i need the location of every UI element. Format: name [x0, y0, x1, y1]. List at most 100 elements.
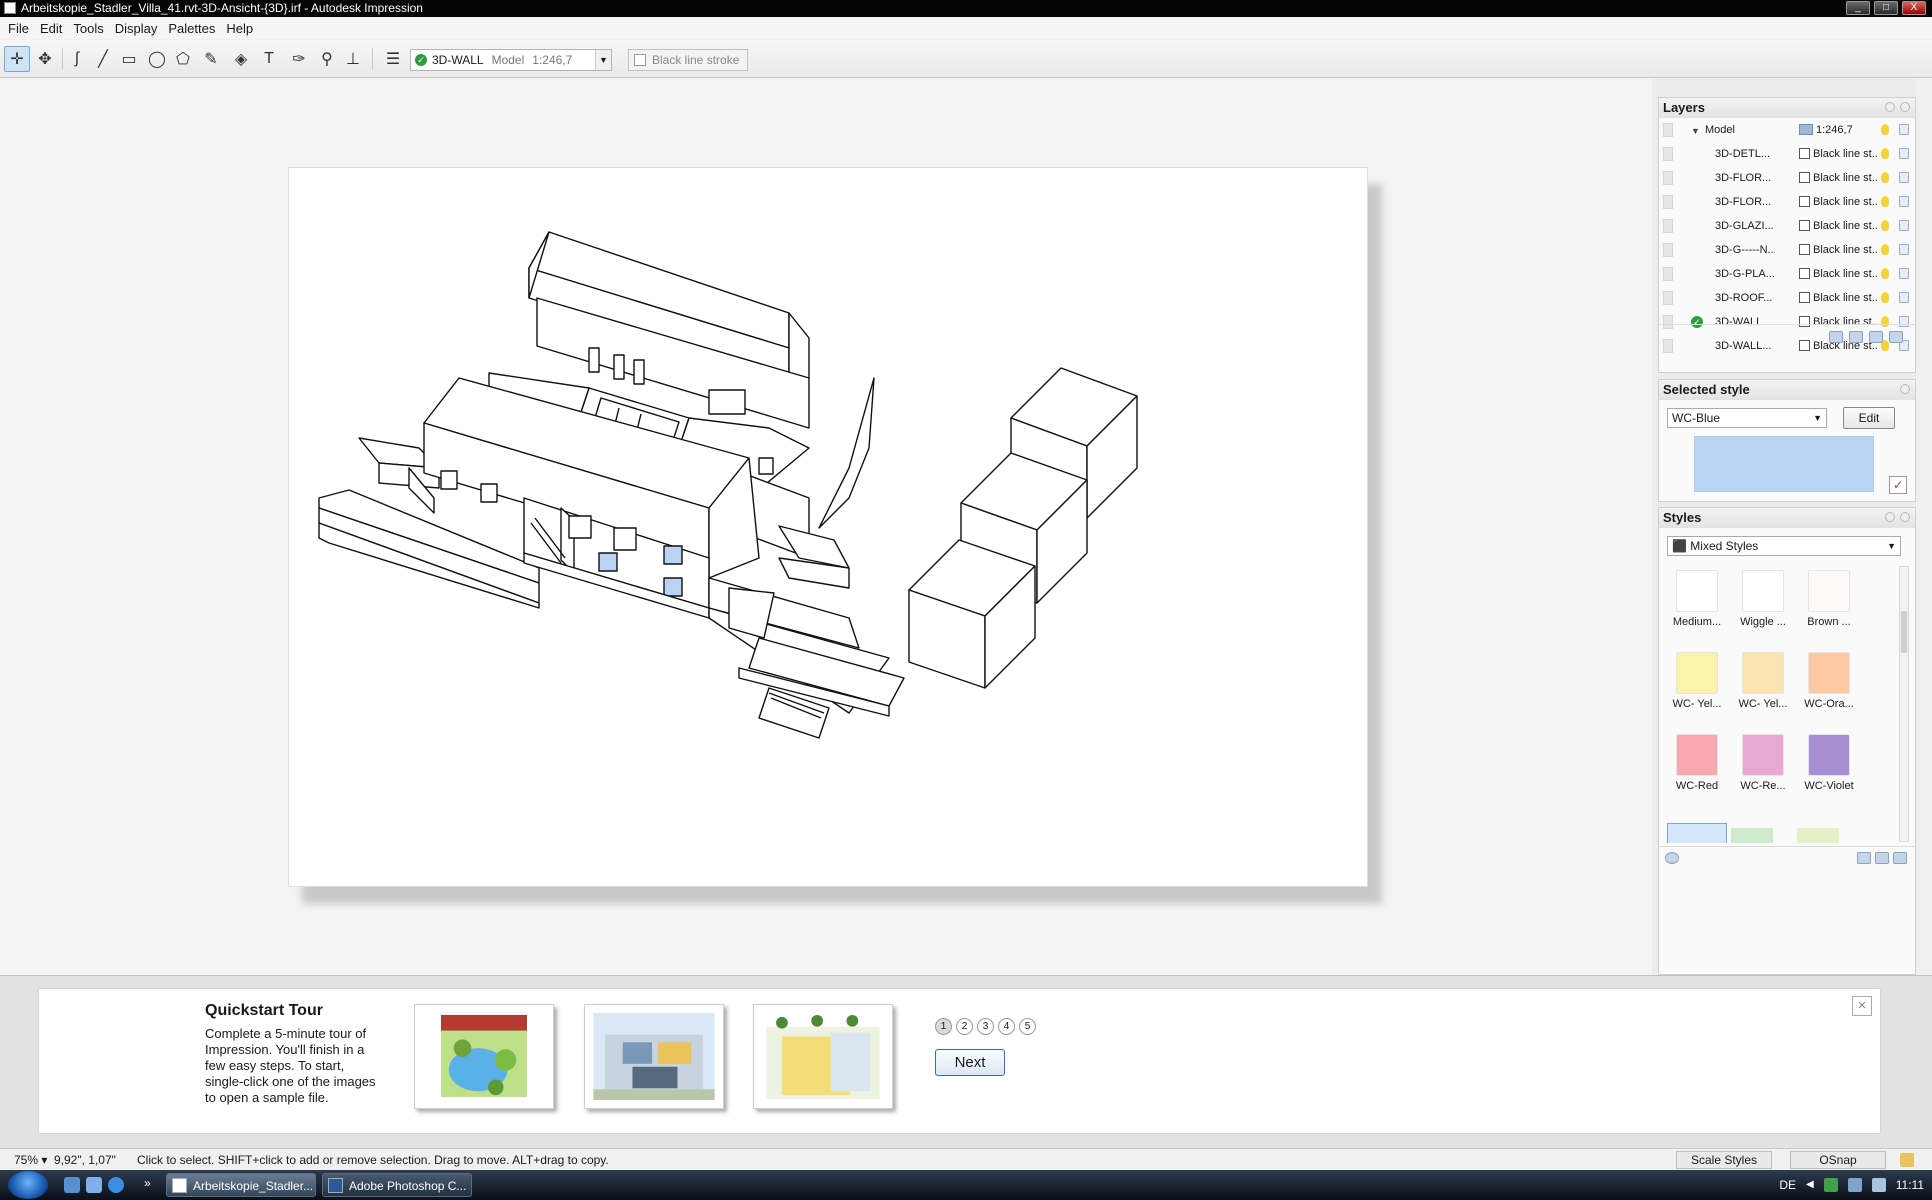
new-style-icon[interactable]	[1893, 852, 1907, 864]
browser-icon[interactable]	[108, 1177, 124, 1193]
layer-handle[interactable]	[1663, 123, 1673, 137]
layers-icon[interactable]: ☰	[380, 46, 406, 72]
stamp-tool-icon[interactable]: ⊥	[340, 46, 366, 72]
selected-style-dropdown[interactable]: WC-Blue ▼	[1667, 408, 1827, 428]
switch-windows-icon[interactable]	[86, 1177, 102, 1193]
layer-handle[interactable]	[1663, 339, 1673, 353]
style-swatch-item[interactable]: WC- Yel...	[1667, 652, 1727, 710]
osnap-button[interactable]: OSnap	[1790, 1151, 1886, 1169]
taskbar-item-photoshop[interactable]: Adobe Photoshop C...	[322, 1173, 472, 1197]
polygon-tool-icon[interactable]: ⬠	[170, 46, 196, 72]
visibility-bulb-icon[interactable]	[1881, 292, 1889, 303]
sample-floorplan-thumbnail[interactable]	[753, 1004, 893, 1109]
tour-next-button[interactable]: Next	[935, 1049, 1005, 1076]
sample-elevation-thumbnail[interactable]	[584, 1004, 724, 1109]
start-button[interactable]	[8, 1171, 48, 1199]
navigate-icon[interactable]	[1665, 852, 1679, 864]
layer-style[interactable]: Black line st..	[1799, 214, 1878, 238]
style-swatch-item[interactable]: WC-Ora...	[1799, 652, 1859, 710]
stroke-style-dropdown[interactable]: Black line stroke	[628, 49, 748, 71]
layer-row[interactable]: 3D-DETL... Black line st..	[1659, 142, 1915, 166]
direct-select-tool-icon[interactable]: ✥	[32, 46, 58, 72]
menu-display[interactable]: Display	[113, 21, 167, 36]
layer-handle[interactable]	[1663, 315, 1673, 329]
lock-icon[interactable]	[1899, 124, 1909, 135]
lock-icon[interactable]	[1899, 244, 1909, 255]
open-folder-icon[interactable]	[1875, 852, 1889, 864]
layer-style[interactable]: Black line st..	[1799, 238, 1878, 262]
volume-icon[interactable]	[1871, 1178, 1886, 1192]
style-swatch-item[interactable]: WC-Red	[1667, 734, 1727, 792]
layer-row[interactable]: 3D-ROOF... Black line st..	[1659, 286, 1915, 310]
layer-handle[interactable]	[1663, 195, 1673, 209]
visibility-bulb-icon[interactable]	[1881, 124, 1889, 135]
chevron-down-icon[interactable]: ▼	[1813, 409, 1822, 427]
visibility-bulb-icon[interactable]	[1881, 148, 1889, 159]
text-tool-icon[interactable]: T	[256, 46, 282, 72]
layer-style[interactable]: Black line st..	[1799, 166, 1878, 190]
layer-handle[interactable]	[1663, 243, 1673, 257]
lock-icon[interactable]	[1899, 220, 1909, 231]
tray-app-icon[interactable]	[1823, 1178, 1838, 1192]
style-swatch-item[interactable]: WC- Yel...	[1733, 652, 1793, 710]
menu-palettes[interactable]: Palettes	[166, 21, 224, 36]
tour-page-4[interactable]: 4	[998, 1018, 1015, 1035]
layer-style[interactable]: Black line st..	[1799, 142, 1878, 166]
collapse-icon[interactable]	[1885, 102, 1895, 112]
layer-handle[interactable]	[1663, 291, 1673, 305]
layer-row[interactable]: 3D-FLOR... Black line st..	[1659, 190, 1915, 214]
tour-page-2[interactable]: 2	[956, 1018, 973, 1035]
edit-style-button[interactable]: Edit	[1843, 407, 1895, 429]
layer-handle[interactable]	[1663, 171, 1673, 185]
chevron-right-icon[interactable]: »	[144, 1176, 151, 1190]
lock-icon[interactable]	[1899, 196, 1909, 207]
tour-page-3[interactable]: 3	[977, 1018, 994, 1035]
maximize-button[interactable]: □	[1874, 1, 1898, 15]
taskbar-item-impression[interactable]: Arbeitskopie_Stadler...	[166, 1173, 316, 1197]
close-window-button[interactable]: X	[1902, 1, 1926, 15]
info-icon[interactable]	[1900, 384, 1910, 394]
layer-style[interactable]: Black line st..	[1799, 190, 1878, 214]
visibility-bulb-icon[interactable]	[1881, 268, 1889, 279]
lock-icon[interactable]	[1899, 292, 1909, 303]
select-tool-icon[interactable]: ✛	[4, 46, 30, 72]
freehand-tool-icon[interactable]: ∫	[64, 46, 90, 72]
style-cell-partial[interactable]	[1731, 828, 1773, 843]
lock-icon[interactable]	[1899, 316, 1909, 327]
style-cell-partial[interactable]	[1667, 823, 1727, 843]
menu-tools[interactable]: Tools	[71, 21, 112, 36]
notification-icon[interactable]	[1900, 1153, 1914, 1167]
sample-landscape-thumbnail[interactable]	[414, 1004, 554, 1109]
scrollbar-thumb[interactable]	[1901, 611, 1907, 653]
show-desktop-icon[interactable]	[64, 1177, 80, 1193]
chevron-left-icon[interactable]: ◀	[1806, 1170, 1814, 1200]
info-icon[interactable]	[1900, 512, 1910, 522]
visibility-bulb-icon[interactable]	[1881, 316, 1889, 327]
styles-scrollbar[interactable]	[1899, 566, 1909, 842]
ellipse-tool-icon[interactable]: ◯	[144, 46, 170, 72]
visibility-bulb-icon[interactable]	[1881, 220, 1889, 231]
clock[interactable]: 11:11	[1896, 1170, 1924, 1200]
apply-style-icon[interactable]: ✓	[1889, 476, 1907, 494]
eyedropper-tool-icon[interactable]: ✑	[286, 46, 312, 72]
lock-icon[interactable]	[1899, 172, 1909, 183]
menu-help[interactable]: Help	[224, 21, 262, 36]
scale-styles-button[interactable]: Scale Styles	[1676, 1151, 1772, 1169]
collapse-icon[interactable]	[1885, 512, 1895, 522]
network-icon[interactable]	[1847, 1178, 1862, 1192]
layer-row[interactable]: 3D-GLAZI... Black line st..	[1659, 214, 1915, 238]
info-icon[interactable]	[1900, 102, 1910, 112]
style-swatch-item[interactable]: WC-Re...	[1733, 734, 1793, 792]
layer-style[interactable]: Black line st..	[1799, 262, 1878, 286]
language-indicator[interactable]: DE	[1779, 1170, 1796, 1200]
visibility-bulb-icon[interactable]	[1881, 244, 1889, 255]
close-tour-icon[interactable]: ×	[1852, 996, 1872, 1016]
fill-tool-icon[interactable]: ◈	[228, 46, 254, 72]
layer-row[interactable]: 3D-G-----N... Black line st..	[1659, 238, 1915, 262]
minimize-button[interactable]: _	[1846, 1, 1870, 15]
style-cell-partial[interactable]	[1797, 828, 1839, 843]
new-layer-icon[interactable]	[1829, 331, 1843, 343]
tour-page-1[interactable]: 1	[935, 1018, 952, 1035]
style-library-icon[interactable]	[1857, 852, 1871, 864]
tour-page-5[interactable]: 5	[1019, 1018, 1036, 1035]
